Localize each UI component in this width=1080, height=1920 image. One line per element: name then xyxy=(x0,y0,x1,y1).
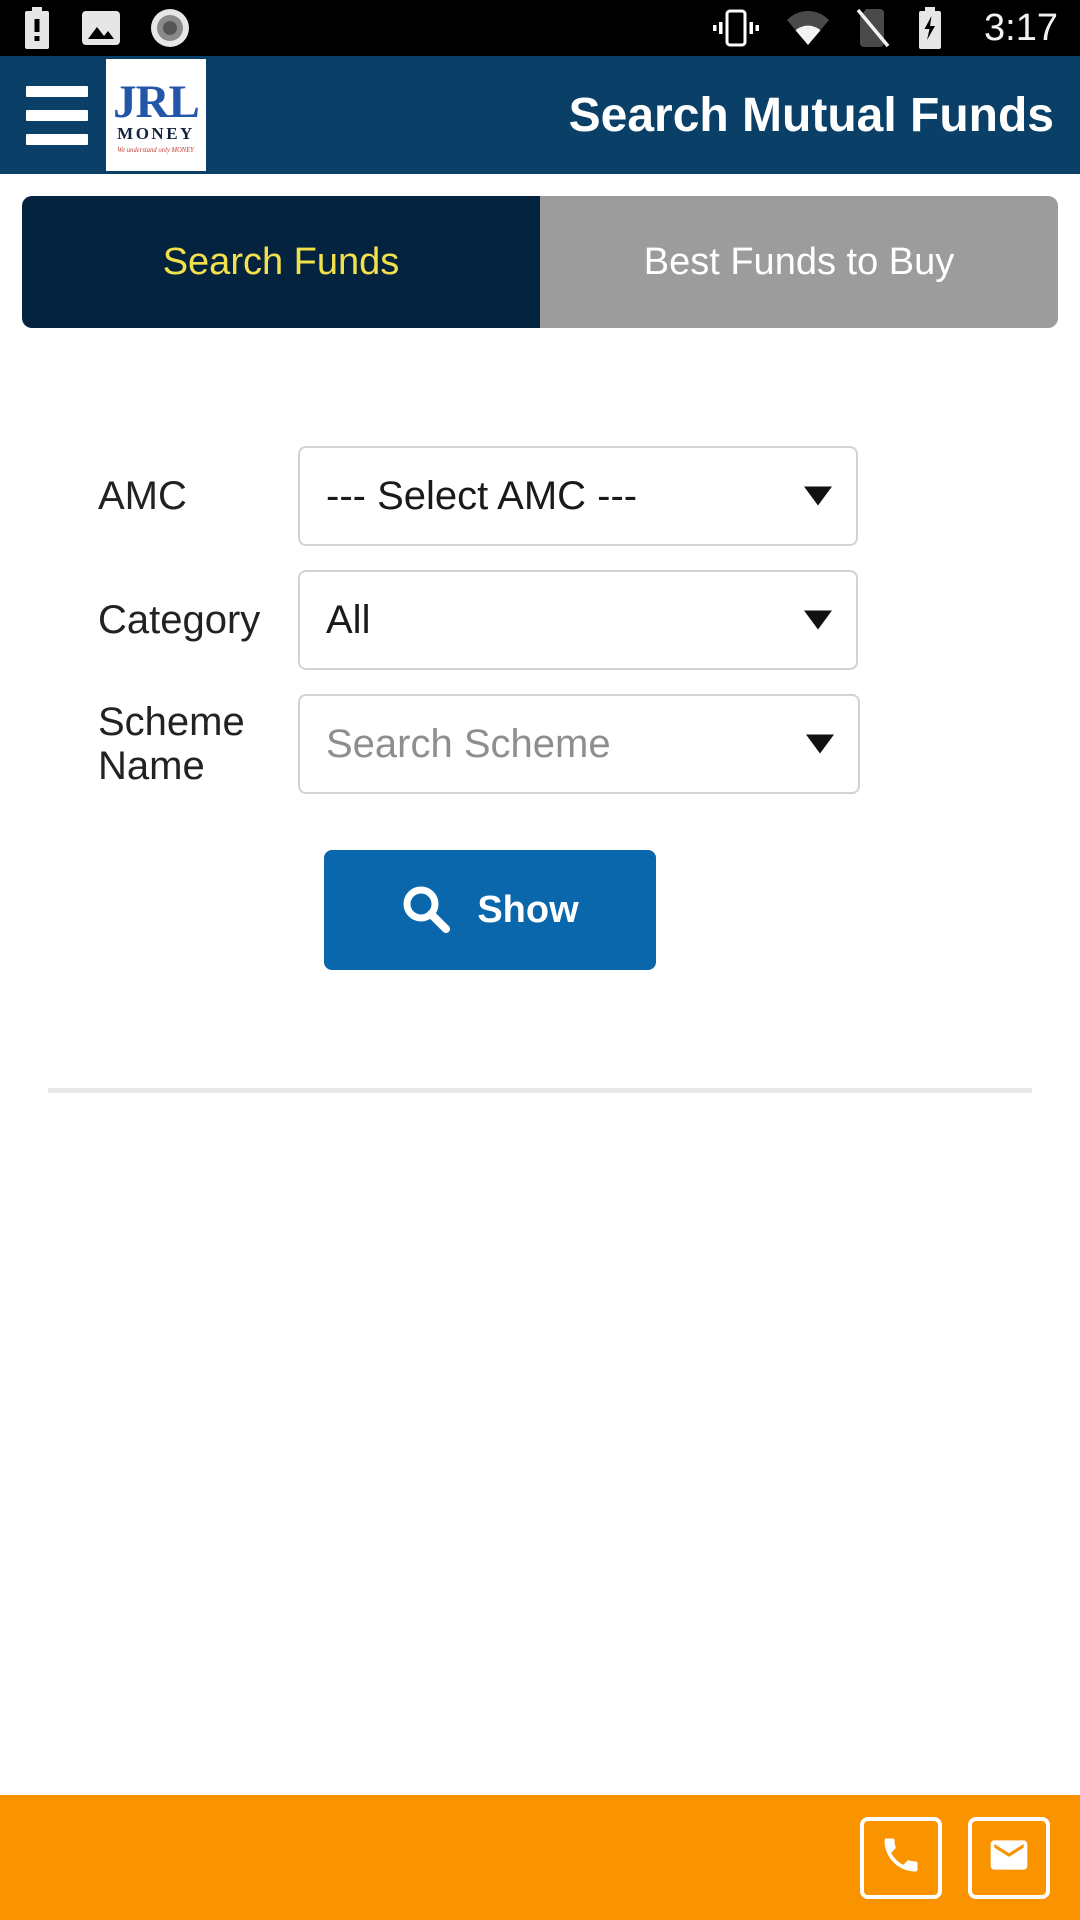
battery-charging-icon xyxy=(916,7,944,49)
tab-search-funds[interactable]: Search Funds xyxy=(22,196,540,328)
section-divider xyxy=(48,1088,1032,1093)
hamburger-bar xyxy=(26,109,88,121)
tab-bar: Search Funds Best Funds to Buy xyxy=(22,196,1058,328)
label-scheme-name: Scheme Name xyxy=(98,700,245,788)
hamburger-bar xyxy=(26,85,88,97)
page-title: Search Mutual Funds xyxy=(568,88,1054,142)
scheme-name-input[interactable]: Search Scheme xyxy=(298,694,860,794)
category-select[interactable]: All xyxy=(298,570,858,670)
form-row-category: Category All xyxy=(26,570,1054,670)
app-header: JRL MONEY We understand only MONEY Searc… xyxy=(0,56,1080,174)
form-row-amc: AMC --- Select AMC --- xyxy=(26,446,1054,546)
no-sim-icon xyxy=(856,8,890,48)
show-button[interactable]: Show xyxy=(324,850,656,970)
search-icon xyxy=(401,884,451,937)
vibrate-icon xyxy=(712,9,760,47)
status-bar-clock: 3:17 xyxy=(984,6,1058,49)
record-icon xyxy=(150,8,190,48)
tab-best-funds-to-buy[interactable]: Best Funds to Buy xyxy=(540,196,1058,328)
submit-row: Show xyxy=(26,850,1054,970)
hamburger-icon[interactable] xyxy=(26,85,88,145)
label-category: Category xyxy=(98,598,261,642)
amc-select[interactable]: --- Select AMC --- xyxy=(298,446,858,546)
logo-primary-text: JRL xyxy=(113,75,200,128)
logo-tagline: We understand only MONEY xyxy=(117,146,195,155)
label-amc: AMC xyxy=(98,474,187,518)
footer-bar xyxy=(0,1795,1080,1920)
logo-secondary-text: MONEY xyxy=(117,124,195,144)
category-select-wrapper: All xyxy=(298,570,858,670)
scheme-select-wrapper: Search Scheme xyxy=(298,694,860,794)
envelope-icon xyxy=(987,1833,1031,1882)
email-button[interactable] xyxy=(968,1816,1050,1899)
battery-alert-icon xyxy=(22,7,52,49)
status-bar-right-icons: 3:17 xyxy=(712,7,1058,50)
app-logo[interactable]: JRL MONEY We understand only MONEY xyxy=(106,59,206,171)
status-bar-left-icons xyxy=(22,7,190,49)
phone-icon xyxy=(879,1833,923,1882)
form-row-scheme-name: Scheme Name Search Scheme xyxy=(26,694,1054,794)
gallery-icon xyxy=(82,9,120,47)
show-button-label: Show xyxy=(477,888,579,931)
call-button[interactable] xyxy=(860,1816,942,1899)
search-form: AMC --- Select AMC --- Category All Sche… xyxy=(0,446,1080,1093)
status-bar: 3:17 xyxy=(0,0,1080,56)
hamburger-bar xyxy=(26,133,88,145)
amc-select-wrapper: --- Select AMC --- xyxy=(298,446,858,546)
wifi-icon xyxy=(786,10,830,46)
